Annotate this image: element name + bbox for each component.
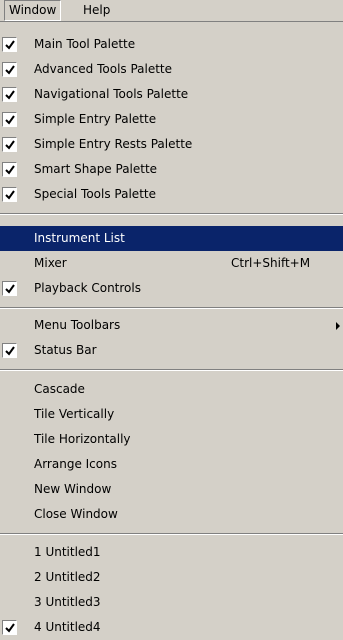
- menu-item-document-4[interactable]: 4 Untitled4: [0, 615, 343, 640]
- menu-item-advanced-tools-palette[interactable]: Advanced Tools Palette: [0, 57, 343, 82]
- menu-help[interactable]: Help: [79, 0, 114, 21]
- checkmark-icon: [2, 87, 17, 102]
- menu-item-label: 3 Untitled3: [34, 595, 101, 609]
- menu-item-label: Arrange Icons: [34, 457, 117, 471]
- menu-item-instrument-list[interactable]: Instrument List: [0, 226, 343, 251]
- menu-item-main-tool-palette[interactable]: Main Tool Palette: [0, 32, 343, 57]
- menu-item-label: 4 Untitled4: [34, 620, 101, 634]
- checkmark-icon: [2, 112, 17, 127]
- menu-item-label: Simple Entry Palette: [34, 112, 157, 126]
- menu-item-tile-vertically[interactable]: Tile Vertically: [0, 402, 343, 427]
- menu-item-smart-shape-palette[interactable]: Smart Shape Palette: [0, 157, 343, 182]
- menu-item-status-bar[interactable]: Status Bar: [0, 338, 343, 363]
- menu-item-label: Tile Horizontally: [34, 432, 131, 446]
- menu-item-label: Navigational Tools Palette: [34, 87, 189, 101]
- menu-item-playback-controls[interactable]: Playback Controls: [0, 276, 343, 301]
- menu-item-close-window[interactable]: Close Window: [0, 502, 343, 527]
- menu-item-label: Tile Vertically: [34, 407, 115, 421]
- menu-item-label: Advanced Tools Palette: [34, 62, 173, 76]
- menu-item-label: New Window: [34, 482, 112, 496]
- menu-item-simple-entry-palette[interactable]: Simple Entry Palette: [0, 107, 343, 132]
- menu-separator: [0, 307, 343, 309]
- checkmark-icon: [2, 620, 17, 635]
- menu-item-label: Smart Shape Palette: [34, 162, 158, 176]
- checkmark-icon: [2, 62, 17, 77]
- menu-window[interactable]: Window: [4, 0, 62, 21]
- menu-item-label: Simple Entry Rests Palette: [34, 137, 193, 151]
- menu-item-mixer[interactable]: Mixer Ctrl+Shift+M: [0, 251, 343, 276]
- menu-item-label: Playback Controls: [34, 281, 141, 295]
- menu-item-document-1[interactable]: 1 Untitled1: [0, 540, 343, 565]
- menu-item-label: 1 Untitled1: [34, 545, 101, 559]
- menu-item-label: Special Tools Palette: [34, 187, 156, 201]
- menu-item-shortcut: Ctrl+Shift+M: [231, 256, 311, 270]
- menu-item-document-3[interactable]: 3 Untitled3: [0, 590, 343, 615]
- checkmark-icon: [2, 37, 17, 52]
- menu-item-new-window[interactable]: New Window: [0, 477, 343, 502]
- menu-item-special-tools-palette[interactable]: Special Tools Palette: [0, 182, 343, 207]
- checkmark-icon: [2, 162, 17, 177]
- menu-separator: [0, 369, 343, 371]
- menu-item-label: Main Tool Palette: [34, 37, 136, 51]
- menu-item-label: Mixer: [34, 256, 67, 270]
- menu-item-label: 2 Untitled2: [34, 570, 101, 584]
- menu-bar: Window Help: [0, 0, 343, 22]
- checkmark-icon: [2, 281, 17, 296]
- checkmark-icon: [2, 343, 17, 358]
- menu-item-arrange-icons[interactable]: Arrange Icons: [0, 452, 343, 477]
- menu-item-tile-horizontally[interactable]: Tile Horizontally: [0, 427, 343, 452]
- menu-item-label: Status Bar: [34, 343, 97, 357]
- menu-separator: [0, 213, 343, 215]
- menu-item-navigational-tools-palette[interactable]: Navigational Tools Palette: [0, 82, 343, 107]
- checkmark-icon: [2, 137, 17, 152]
- menu-item-label: Instrument List: [34, 231, 125, 245]
- menu-item-menu-toolbars[interactable]: Menu Toolbars: [0, 313, 343, 338]
- menu-separator: [0, 533, 343, 535]
- menu-item-label: Close Window: [34, 507, 118, 521]
- menu-item-simple-entry-rests-palette[interactable]: Simple Entry Rests Palette: [0, 132, 343, 157]
- menu-item-label: Cascade: [34, 382, 85, 396]
- menu-item-label: Menu Toolbars: [34, 318, 121, 332]
- menu-item-cascade[interactable]: Cascade: [0, 377, 343, 402]
- submenu-arrow-icon: [336, 322, 340, 330]
- window-menu-dropdown: Main Tool Palette Advanced Tools Palette…: [0, 32, 343, 640]
- menu-item-document-2[interactable]: 2 Untitled2: [0, 565, 343, 590]
- checkmark-icon: [2, 187, 17, 202]
